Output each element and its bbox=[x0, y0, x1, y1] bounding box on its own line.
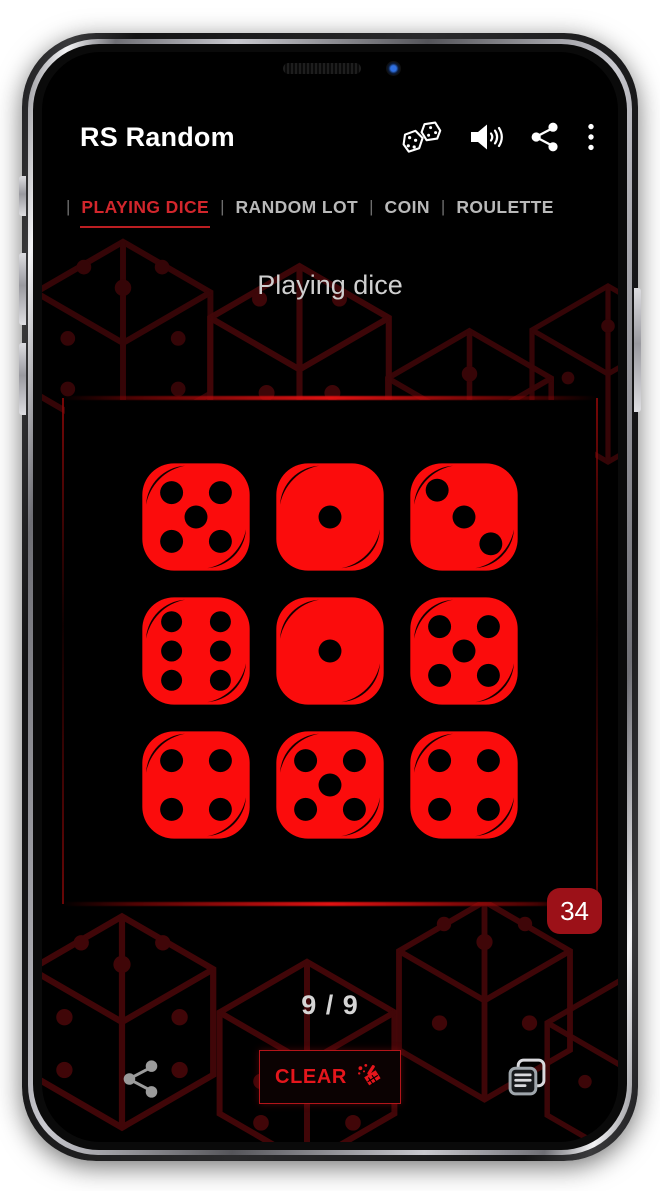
tab-coin[interactable]: COIN bbox=[382, 194, 433, 220]
die-pip bbox=[479, 532, 503, 556]
panel-right-edge bbox=[596, 398, 598, 904]
die-pip bbox=[160, 529, 184, 553]
volume-icon[interactable] bbox=[468, 121, 504, 153]
app-bar: RS Random bbox=[42, 105, 618, 169]
tab-random-lot[interactable]: RANDOM LOT bbox=[233, 194, 362, 220]
share-icon[interactable] bbox=[530, 121, 560, 153]
die[interactable] bbox=[135, 724, 257, 846]
front-camera bbox=[386, 61, 401, 76]
mute-switch-button[interactable] bbox=[19, 176, 26, 216]
die-pip bbox=[208, 481, 232, 505]
dice-icon[interactable] bbox=[402, 121, 442, 153]
tab-separator: | bbox=[440, 197, 446, 216]
bottom-bar: CLEAR bbox=[42, 1042, 618, 1116]
die-pip bbox=[160, 749, 184, 773]
dice-panel[interactable]: 34 bbox=[62, 396, 602, 934]
die-pip bbox=[425, 478, 449, 502]
copy-results-button[interactable] bbox=[504, 1054, 550, 1105]
tab-roulette[interactable]: ROULETTE bbox=[453, 194, 557, 220]
die-pip bbox=[476, 663, 500, 687]
die-pip bbox=[294, 749, 318, 773]
die-pip bbox=[318, 639, 342, 663]
die-pip bbox=[161, 640, 183, 662]
die[interactable] bbox=[269, 456, 391, 578]
die[interactable] bbox=[269, 724, 391, 846]
dice-grid bbox=[135, 456, 525, 846]
app-screen: RS Random | PLAYING DICE | RANDOM LOT | … bbox=[42, 52, 618, 1142]
copy-documents-icon bbox=[504, 1058, 550, 1104]
die-pip bbox=[208, 749, 232, 773]
volume-down-button[interactable] bbox=[19, 343, 26, 415]
tab-separator: | bbox=[369, 197, 374, 216]
die-pip bbox=[161, 669, 183, 691]
tab-bar[interactable]: | PLAYING DICE | RANDOM LOT | COIN | ROU… bbox=[42, 194, 618, 238]
volume-up-button[interactable] bbox=[19, 253, 26, 325]
die-pip bbox=[476, 797, 500, 821]
clear-button[interactable]: CLEAR bbox=[259, 1050, 401, 1104]
die[interactable] bbox=[135, 456, 257, 578]
die-pip bbox=[476, 615, 500, 639]
app-title: RS Random bbox=[80, 121, 235, 152]
die[interactable] bbox=[269, 590, 391, 712]
die-pip bbox=[208, 529, 232, 553]
die-pip bbox=[428, 797, 452, 821]
die-pip bbox=[318, 773, 342, 797]
speaker-grille bbox=[283, 63, 361, 74]
die[interactable] bbox=[135, 590, 257, 712]
die-pip bbox=[209, 640, 231, 662]
die-pip bbox=[209, 611, 231, 633]
die[interactable] bbox=[403, 724, 525, 846]
die-pip bbox=[209, 669, 231, 691]
die-pip bbox=[318, 505, 342, 529]
die-pip bbox=[452, 505, 476, 529]
die-pip bbox=[428, 663, 452, 687]
dice-sum-badge: 34 bbox=[547, 888, 602, 934]
dice-counter: 9 / 9 bbox=[301, 990, 359, 1020]
broom-icon bbox=[355, 1060, 385, 1095]
die-pip bbox=[452, 639, 476, 663]
tab-separator: | bbox=[220, 197, 225, 216]
die-pip bbox=[428, 615, 452, 639]
die-pip bbox=[428, 749, 452, 773]
panel-bottom-rule bbox=[62, 902, 598, 906]
tab-separator: | bbox=[66, 197, 71, 216]
panel-top-rule bbox=[62, 396, 598, 400]
die[interactable] bbox=[403, 590, 525, 712]
panel-left-edge bbox=[62, 398, 64, 904]
tab-playing-dice[interactable]: PLAYING DICE bbox=[78, 194, 212, 228]
die[interactable] bbox=[403, 456, 525, 578]
die-pip bbox=[342, 797, 366, 821]
app-bar-actions bbox=[402, 121, 596, 153]
die-pip bbox=[342, 749, 366, 773]
page-title: Playing dice bbox=[257, 270, 403, 300]
die-pip bbox=[160, 481, 184, 505]
overflow-menu-icon[interactable] bbox=[586, 121, 596, 153]
die-pip bbox=[476, 749, 500, 773]
share-button[interactable] bbox=[120, 1058, 162, 1105]
die-pip bbox=[184, 505, 208, 529]
clear-button-label: CLEAR bbox=[275, 1065, 347, 1088]
die-pip bbox=[208, 797, 232, 821]
power-button[interactable] bbox=[634, 288, 641, 412]
die-pip bbox=[294, 797, 318, 821]
die-pip bbox=[161, 611, 183, 633]
die-pip bbox=[160, 797, 184, 821]
